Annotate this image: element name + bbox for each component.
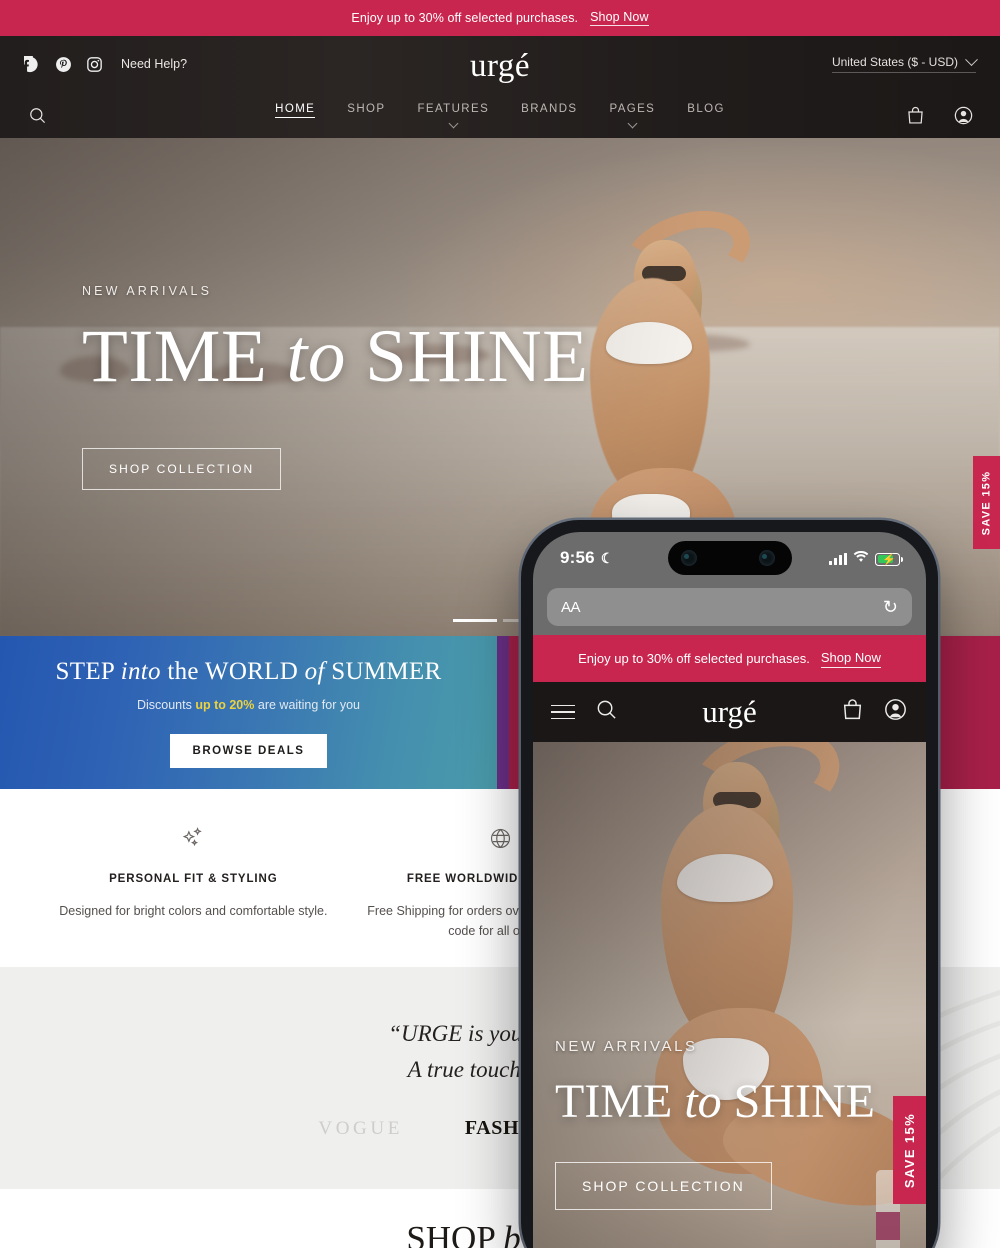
promo-title-2: the WORLD — [167, 657, 299, 685]
mobile-hero-eyebrow: NEW ARRIVALS — [555, 1038, 698, 1056]
shopping-bag-icon[interactable] — [840, 697, 865, 727]
reload-icon[interactable]: ↻ — [883, 597, 898, 618]
hero-title-italic: to — [286, 315, 346, 398]
promo-summer-banner: STEP into the WORLD of SUMMER Discounts … — [0, 636, 497, 789]
hero-title: TIME to SHINE — [82, 318, 588, 396]
hamburger-menu-icon[interactable] — [551, 704, 575, 720]
feature-title: PERSONAL FIT & STYLING — [109, 873, 278, 885]
phone-screen: 9:56 ☾ ⚡ AA ↻ Enjoy up to 30% off select… — [533, 532, 926, 1248]
save-badge-label: SAVE 15% — [980, 470, 993, 535]
cats-title-1: SHOP — [406, 1219, 495, 1248]
nav-item-pages[interactable]: PAGES — [609, 103, 656, 129]
wifi-icon — [853, 550, 869, 568]
mobile-hero-title-italic: to — [684, 1075, 722, 1129]
nav-item-home[interactable]: HOME — [275, 103, 316, 118]
promo-title-1: STEP — [55, 657, 115, 685]
safari-address-bar-inner[interactable]: AA ↻ — [547, 588, 912, 626]
need-help-link[interactable]: Need Help? — [121, 57, 187, 71]
mobile-header-left — [551, 698, 618, 726]
pinterest-icon[interactable] — [55, 56, 72, 73]
browse-deals-button[interactable]: BROWSE DEALS — [169, 733, 328, 768]
front-camera-icon — [680, 550, 697, 566]
announcement-text: Enjoy up to 30% off selected purchases. — [351, 11, 579, 25]
dynamic-island — [667, 541, 792, 575]
nav-label: FEATURES — [417, 103, 490, 115]
status-bar-time: 9:56 — [560, 548, 595, 567]
nav-label: PAGES — [609, 103, 656, 115]
header-top-row: Need Help? urgé United States ($ - USD) — [0, 36, 1000, 92]
promo-sub-highlight: up to 20% — [195, 697, 255, 712]
country-selector-label: United States ($ - USD) — [831, 55, 958, 69]
hero-content: NEW ARRIVALS TIME to SHINE SHOP COLLECTI… — [82, 138, 588, 636]
mobile-announcement-shop-now-link[interactable]: Shop Now — [820, 650, 881, 668]
feature-desc: Designed for bright colors and comfortab… — [59, 904, 328, 918]
instagram-icon[interactable] — [86, 56, 103, 73]
mobile-hero-title-part1: TIME — [555, 1075, 673, 1129]
save-badge[interactable]: SAVE 15% — [973, 456, 1000, 549]
mobile-save-badge-label: SAVE 15% — [902, 1112, 917, 1188]
promo-subtitle: Discounts up to 20% are waiting for you — [137, 698, 360, 712]
chevron-down-icon — [965, 52, 978, 66]
nav-label: HOME — [275, 103, 316, 115]
mobile-announcement-text: Enjoy up to 30% off selected purchases. — [578, 651, 810, 666]
mobile-header-right — [840, 697, 908, 727]
faceid-sensor-icon — [758, 550, 775, 566]
text-size-icon[interactable]: AA — [561, 598, 581, 616]
search-icon[interactable] — [595, 698, 618, 726]
hero-title-part2: SHINE — [365, 315, 589, 398]
nav-label: SHOP — [347, 103, 386, 115]
nav-item-shop[interactable]: SHOP — [347, 103, 385, 115]
press-logo-vogue[interactable]: VOGUE — [318, 1118, 403, 1140]
mobile-hero-banner: SAVE 15% NEW ARRIVALS TIME to SHINE SHOP… — [533, 742, 926, 1248]
nav-label: BRANDS — [521, 103, 578, 115]
account-icon[interactable] — [883, 697, 908, 727]
brand-logo[interactable]: urgé — [470, 49, 530, 83]
promo-title: STEP into the WORLD of SUMMER — [56, 658, 442, 686]
desktop-header: Need Help? urgé United States ($ - USD) … — [0, 36, 1000, 138]
page-root: Enjoy up to 30% off selected purchases. … — [0, 0, 1000, 1248]
mobile-hero-content: NEW ARRIVALS TIME to SHINE SHOP COLLECTI… — [555, 1038, 906, 1210]
facebook-icon[interactable] — [24, 55, 41, 73]
phone-mockup: 9:56 ☾ ⚡ AA ↻ Enjoy up to 30% off select… — [521, 520, 938, 1248]
promo-title-italic-2: of — [304, 657, 325, 685]
mobile-save-badge[interactable]: SAVE 15% — [893, 1096, 926, 1204]
carousel-dot-1[interactable] — [453, 619, 497, 622]
hero-title-part1: TIME — [82, 315, 268, 398]
header-nav-row: HOME SHOP FEATURES BRANDS PAGES BLOG — [0, 92, 1000, 138]
nav-item-features[interactable]: FEATURES — [417, 103, 490, 129]
nav-label: BLOG — [687, 103, 725, 115]
announcement-bar: Enjoy up to 30% off selected purchases. … — [0, 0, 1000, 36]
mobile-header: urgé — [533, 682, 926, 742]
promo-sub-after: are waiting for you — [257, 697, 361, 712]
ios-status-bar: 9:56 ☾ ⚡ — [533, 532, 926, 588]
status-bar-indicators: ⚡ — [829, 550, 903, 568]
mobile-hero-title: TIME to SHINE — [555, 1075, 906, 1129]
nav-item-brands[interactable]: BRANDS — [521, 103, 577, 115]
main-navigation: HOME SHOP FEATURES BRANDS PAGES BLOG — [0, 103, 1000, 129]
promo-purple-strip — [497, 636, 509, 789]
sparkles-icon — [54, 823, 333, 853]
promo-title-3: SUMMER — [331, 657, 442, 685]
hero-shop-collection-button[interactable]: SHOP COLLECTION — [82, 448, 282, 490]
promo-sub-before: Discounts — [136, 697, 192, 712]
status-bar-time-group: 9:56 ☾ — [560, 548, 614, 568]
promo-title-italic-1: into — [120, 657, 161, 685]
battery-charging-icon: ⚡ — [875, 552, 903, 566]
mobile-hero-title-part2: SHINE — [733, 1075, 875, 1129]
mobile-announcement-bar: Enjoy up to 30% off selected purchases. … — [533, 635, 926, 682]
safari-address-bar: AA ↻ — [533, 588, 926, 635]
social-links — [24, 55, 103, 73]
nav-item-blog[interactable]: BLOG — [687, 103, 725, 115]
mobile-shop-collection-button[interactable]: SHOP COLLECTION — [555, 1162, 772, 1210]
chevron-down-icon — [627, 118, 638, 129]
moon-icon: ☾ — [600, 549, 614, 566]
announcement-shop-now-link[interactable]: Shop Now — [590, 10, 649, 26]
feature-item-fit-styling: PERSONAL FIT & STYLING Designed for brig… — [40, 823, 347, 967]
text-size-label: AA — [561, 598, 581, 616]
hero-eyebrow: NEW ARRIVALS — [82, 284, 213, 298]
country-currency-selector[interactable]: United States ($ - USD) — [831, 52, 978, 73]
cellular-bars-icon — [829, 553, 847, 565]
chevron-down-icon — [448, 118, 459, 129]
